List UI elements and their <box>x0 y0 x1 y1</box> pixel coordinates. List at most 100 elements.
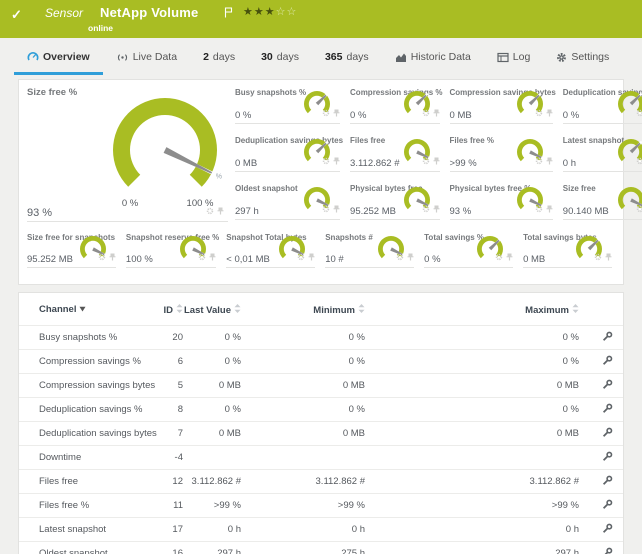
channel-maximum <box>365 446 579 470</box>
sort-icon <box>572 304 579 316</box>
pin-icon[interactable] <box>546 200 553 218</box>
sort-icon <box>234 304 241 316</box>
channel-settings-icon[interactable] <box>602 451 613 462</box>
gauge-tile-total-savings-[interactable]: Total savings % 0 % <box>424 227 516 274</box>
tab-days[interactable]: 2 days <box>190 42 248 75</box>
channel-row[interactable]: Busy snapshots % 20 0 % 0 % 0 % <box>19 326 624 350</box>
gear-icon[interactable] <box>297 248 305 266</box>
sensor-header: ✓ Sensor NetApp Volume ★★★☆☆ online <box>0 0 642 38</box>
channel-row[interactable]: Deduplication savings % 8 0 % 0 % 0 % <box>19 398 624 422</box>
channel-settings-icon[interactable] <box>602 331 613 342</box>
column-channel[interactable]: Channel <box>19 297 159 326</box>
pin-icon[interactable] <box>546 152 553 170</box>
pin-icon[interactable] <box>433 104 440 122</box>
tab-historic-data[interactable]: Historic Data <box>382 42 484 75</box>
gear-icon[interactable] <box>535 200 543 218</box>
gauge-tile-snapshots-[interactable]: Snapshots # 10 # <box>325 227 417 274</box>
gauge-tile-deduplication-savings-bytes[interactable]: Deduplication savings bytes 0 MB <box>235 130 343 178</box>
pin-icon[interactable] <box>433 200 440 218</box>
gauge-value: 0 MB <box>450 110 472 121</box>
gauge-tile-snapshot-reserve-free-[interactable]: Snapshot reserve free % 100 % <box>126 227 219 274</box>
gauge-value: 100 % <box>126 254 153 265</box>
pin-icon[interactable] <box>217 202 224 220</box>
column-id[interactable]: ID <box>159 297 183 326</box>
pin-icon[interactable] <box>433 152 440 170</box>
gauge-tile-compression-savings-bytes[interactable]: Compression savings bytes 0 MB <box>450 82 556 130</box>
gauge-tile-size-free[interactable]: Size free 90.140 MB <box>563 178 642 226</box>
gauge-tile-latest-snapshot[interactable]: Latest snapshot 0 h <box>563 130 642 178</box>
gear-icon[interactable] <box>422 152 430 170</box>
gear-icon[interactable] <box>594 248 602 266</box>
gauge-tile-physical-bytes-free-[interactable]: Physical bytes free % 93 % <box>450 178 556 226</box>
tab-days[interactable]: 30 days <box>248 42 312 75</box>
pin-icon[interactable] <box>506 248 513 266</box>
gauge-tile-oldest-snapshot[interactable]: Oldest snapshot 297 h <box>235 178 343 226</box>
tab-settings[interactable]: Settings <box>543 42 622 75</box>
gear-icon[interactable] <box>198 248 206 266</box>
channel-row[interactable]: Oldest snapshot 16 297 h 275 h 297 h <box>19 542 624 554</box>
channel-row[interactable]: Files free % 11 >99 % >99 % >99 % <box>19 494 624 518</box>
gear-icon[interactable] <box>98 248 106 266</box>
gauge-tile-files-free-[interactable]: Files free % >99 % <box>450 130 556 178</box>
channel-maximum: 0 % <box>365 398 579 422</box>
tab-overview[interactable]: Overview <box>14 42 103 75</box>
column-last-value[interactable]: Last Value <box>183 297 241 326</box>
channel-settings-icon[interactable] <box>602 427 613 438</box>
channel-id: 6 <box>159 350 183 374</box>
gear-icon[interactable] <box>535 152 543 170</box>
gauge-tile-size-free-for-snapshots[interactable]: Size free for snapshots 95.252 MB <box>27 227 119 274</box>
pin-icon[interactable] <box>605 248 612 266</box>
gauge-tile-busy-snapshots-[interactable]: Busy snapshots % 0 % <box>235 82 343 130</box>
pin-icon[interactable] <box>407 248 414 266</box>
pin-icon[interactable] <box>109 248 116 266</box>
tab-days[interactable]: 365 days <box>312 42 382 75</box>
pin-icon[interactable] <box>546 104 553 122</box>
gauge-tile-physical-bytes-free[interactable]: Physical bytes free 95.252 MB <box>350 178 442 226</box>
gear-icon[interactable] <box>322 200 330 218</box>
channel-settings-icon[interactable] <box>602 547 613 554</box>
gear-icon[interactable] <box>495 248 503 266</box>
pin-icon[interactable] <box>308 248 315 266</box>
channel-settings-icon[interactable] <box>602 475 613 486</box>
gauge-tile-files-free[interactable]: Files free 3.112.862 # <box>350 130 442 178</box>
channel-row[interactable]: Files free 12 3.112.862 # 3.112.862 # 3.… <box>19 470 624 494</box>
gauge-tile-snapshot-total-bytes[interactable]: Snapshot Total bytes < 0,01 MB <box>226 227 318 274</box>
gear-icon[interactable] <box>322 104 330 122</box>
chart-icon <box>395 52 407 63</box>
channel-settings-icon[interactable] <box>602 523 613 534</box>
pin-icon[interactable] <box>209 248 216 266</box>
gauge-tile-compression-savings-[interactable]: Compression savings % 0 % <box>350 82 442 130</box>
pin-icon[interactable] <box>333 152 340 170</box>
pause-flag-icon[interactable] <box>224 5 234 23</box>
channel-settings-icon[interactable] <box>602 403 613 414</box>
gear-icon[interactable] <box>206 202 214 220</box>
gauge-tile-deduplication-savings-[interactable]: Deduplication savings % 0 % <box>563 82 642 130</box>
channel-row[interactable]: Deduplication savings bytes 7 0 MB 0 MB … <box>19 422 624 446</box>
gear-icon[interactable] <box>636 200 642 218</box>
channel-settings-icon[interactable] <box>602 379 613 390</box>
column-minimum[interactable]: Minimum <box>241 297 365 326</box>
channel-name: Files free <box>19 470 159 494</box>
gear-icon[interactable] <box>422 104 430 122</box>
tab-live-data[interactable]: Live Data <box>103 42 190 75</box>
tab-log[interactable]: Log <box>484 42 544 75</box>
channel-settings-icon[interactable] <box>602 355 613 366</box>
channel-row[interactable]: Compression savings bytes 5 0 MB 0 MB 0 … <box>19 374 624 398</box>
gear-icon[interactable] <box>396 248 404 266</box>
pin-icon[interactable] <box>333 200 340 218</box>
gear-icon[interactable] <box>535 104 543 122</box>
column-maximum[interactable]: Maximum <box>365 297 579 326</box>
gear-icon[interactable] <box>636 104 642 122</box>
channel-row[interactable]: Compression savings % 6 0 % 0 % 0 % <box>19 350 624 374</box>
gear-icon[interactable] <box>322 152 330 170</box>
gear-icon[interactable] <box>636 152 642 170</box>
gear-icon[interactable] <box>422 200 430 218</box>
gauge-tile-total-savings-bytes[interactable]: Total savings bytes 0 MB <box>523 227 615 274</box>
channel-row[interactable]: Downtime -4 <box>19 446 624 470</box>
pin-icon[interactable] <box>333 104 340 122</box>
priority-stars[interactable]: ★★★☆☆ <box>243 5 297 18</box>
gauge-value: >99 % <box>450 158 477 169</box>
channel-settings-icon[interactable] <box>602 499 613 510</box>
main-gauge-tile[interactable]: Size free % % 0 % 100 % 93 % <box>27 82 231 227</box>
channel-row[interactable]: Latest snapshot 17 0 h 0 h 0 h <box>19 518 624 542</box>
